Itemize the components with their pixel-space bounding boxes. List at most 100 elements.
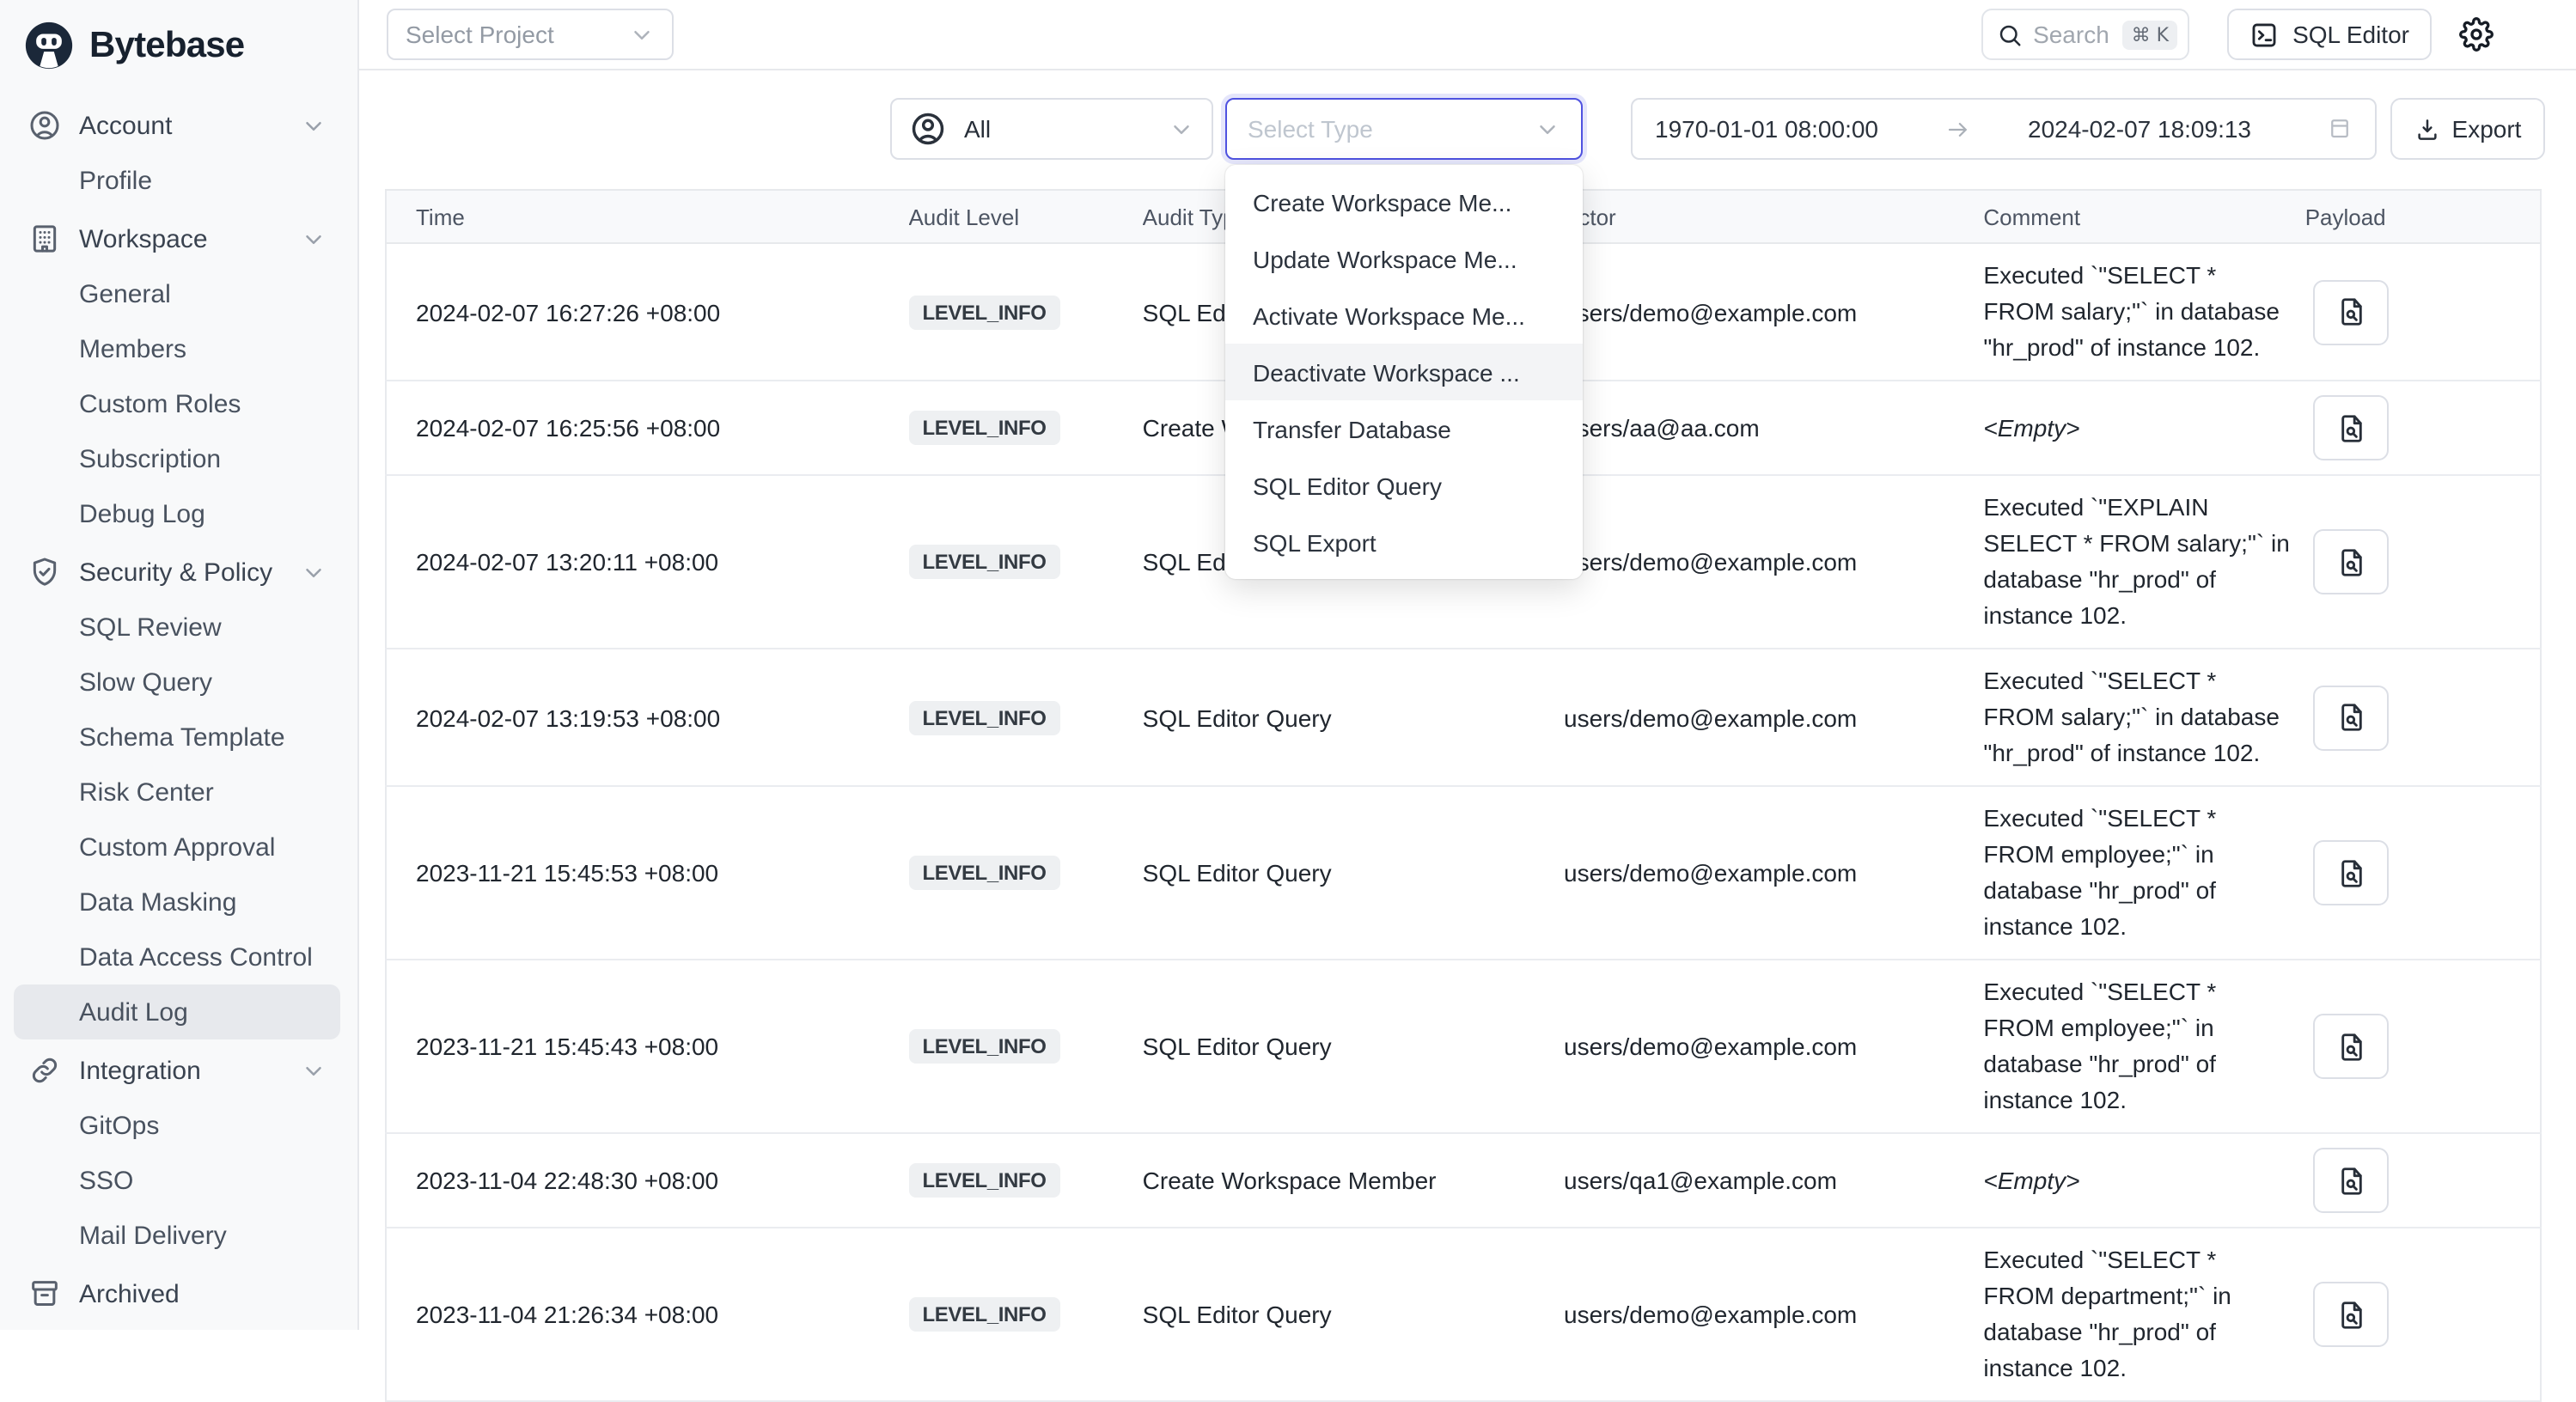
actor-filter-select[interactable]: All [890,98,1213,160]
table-row: 2023-11-04 21:26:34 +08:00LEVEL_INFOSQL … [386,1228,2541,1401]
gear-icon[interactable] [2459,17,2494,52]
sidebar-item-sso[interactable]: SSO [14,1153,340,1208]
type-option-sql-export[interactable]: SQL Export [1225,514,1583,570]
date-to-value[interactable]: 2024-02-07 18:09:13 [2028,115,2251,143]
sidebar-item-custom-approval[interactable]: Custom Approval [14,820,340,875]
brand-name: Bytebase [89,25,244,66]
view-payload-button[interactable] [2314,840,2390,905]
sidebar-item-data-masking[interactable]: Data Masking [14,875,340,930]
chevron-down-icon [301,226,327,252]
sidebar-item-account[interactable]: Account [14,98,340,153]
terminal-icon [2249,20,2279,49]
sidebar-item-label: Data Access Control [14,942,313,972]
cell-audit-level: LEVEL_INFO [908,381,1142,475]
avatar[interactable]: DE [2519,13,2562,56]
audit-level-badge: LEVEL_INFO [908,856,1059,890]
shield-check-icon [27,555,62,589]
view-payload-button[interactable] [2314,1014,2390,1079]
cell-audit-type: SQL Editor Query [1143,960,1564,1133]
sidebar-item-sql-review[interactable]: SQL Review [14,600,340,655]
view-payload-button[interactable] [2314,685,2390,750]
person-circle-icon [909,110,947,148]
sidebar-item-risk-center[interactable]: Risk Center [14,765,340,820]
view-payload-button[interactable] [2314,1282,2390,1347]
file-search-icon [2335,1164,2368,1197]
chevron-down-icon [1535,116,1560,142]
cell-payload [2305,1228,2541,1401]
view-payload-button[interactable] [2314,395,2390,460]
sidebar-item-integration[interactable]: Integration [14,1043,340,1098]
cell-audit-type: SQL Editor Query [1143,1228,1564,1401]
chevron-down-icon [1169,116,1194,142]
sidebar-item-subscription[interactable]: Subscription [14,431,340,486]
type-option-transfer-database[interactable]: Transfer Database [1225,400,1583,457]
sidebar-item-debug-log[interactable]: Debug Log [14,486,340,541]
sidebar-item-general[interactable]: General [14,266,340,321]
sidebar-item-slow-query[interactable]: Slow Query [14,655,340,710]
building-icon [27,222,62,256]
cell-comment: <Empty> [1983,381,2304,475]
date-from-value[interactable]: 1970-01-01 08:00:00 [1655,115,1878,143]
cell-comment: Executed `"SELECT * FROM department;"` i… [1983,1228,2304,1401]
sidebar-item-label: Custom Approval [14,832,275,862]
sidebar-item-gitops[interactable]: GitOps [14,1098,340,1153]
file-search-icon [2335,1030,2368,1063]
project-select[interactable]: Select Project [387,9,674,60]
type-option-sql-editor-query[interactable]: SQL Editor Query [1225,457,1583,514]
type-filter-placeholder: Select Type [1248,115,1373,143]
sidebar-item-schema-template[interactable]: Schema Template [14,710,340,765]
view-payload-button[interactable] [2314,279,2390,344]
cell-actor: users/demo@example.com [1564,475,1983,649]
export-button[interactable]: Export [2390,98,2545,160]
topbar-right: Search ⌘ K SQL Editor DE [1981,9,2562,60]
sidebar-item-mail-delivery[interactable]: Mail Delivery [14,1208,340,1263]
cell-payload [2305,243,2541,381]
cell-payload [2305,649,2541,786]
search-input[interactable]: Search ⌘ K [1981,9,2189,60]
sql-editor-button[interactable]: SQL Editor [2227,9,2432,60]
sidebar-item-label: Audit Log [14,997,188,1027]
sidebar-item-data-access-control[interactable]: Data Access Control [14,930,340,984]
link-icon [27,1053,62,1088]
cell-audit-level: LEVEL_INFO [908,649,1142,786]
calendar-icon [2327,115,2353,143]
sidebar-group: Archived [0,1266,357,1321]
cell-payload [2305,960,2541,1133]
type-option-activate-workspace-me[interactable]: Activate Workspace Me... [1225,287,1583,344]
cell-payload [2305,786,2541,960]
type-option-deactivate-workspace[interactable]: Deactivate Workspace ... [1225,344,1583,400]
date-range-picker[interactable]: 1970-01-01 08:00:00 2024-02-07 18:09:13 [1631,98,2377,160]
filter-bar: All Select Type 1970-01-01 08:00:00 2024… [359,70,2576,160]
view-payload-button[interactable] [2314,1148,2390,1213]
cell-payload [2305,381,2541,475]
cell-audit-type: Create Workspace Member [1143,1133,1564,1228]
column-header-payload: Payload [2305,190,2541,243]
sidebar-item-members[interactable]: Members [14,321,340,376]
sidebar-item-archived[interactable]: Archived [14,1266,340,1321]
file-search-icon [2335,296,2368,328]
cell-actor: users/demo@example.com [1564,960,1983,1133]
sidebar-item-custom-roles[interactable]: Custom Roles [14,376,340,431]
sidebar-item-label: SSO [14,1166,133,1195]
cell-time: 2023-11-04 22:48:30 +08:00 [386,1133,908,1228]
sidebar-item-audit-log[interactable]: Audit Log [14,984,340,1039]
view-payload-button[interactable] [2314,529,2390,594]
sidebar-item-label: GitOps [14,1111,159,1140]
type-option-create-workspace-me[interactable]: Create Workspace Me... [1225,174,1583,230]
cell-actor: users/demo@example.com [1564,243,1983,381]
sidebar-item-label: Subscription [14,444,221,473]
sidebar-group: AccountProfile [0,98,357,208]
sidebar-item-label: Mail Delivery [14,1221,227,1250]
sidebar-item-label: Integration [79,1056,201,1085]
actor-filter-value: All [964,115,1151,143]
search-placeholder: Search [2033,21,2113,48]
sidebar-item-security-policy[interactable]: Security & Policy [14,545,340,600]
sidebar-item-profile[interactable]: Profile [14,153,340,208]
sidebar-item-workspace[interactable]: Workspace [14,211,340,266]
type-option-update-workspace-me[interactable]: Update Workspace Me... [1225,230,1583,287]
chevron-down-icon [301,559,327,585]
type-filter-select[interactable]: Select Type [1225,98,1583,160]
bytebase-logo-icon [22,19,76,72]
brand-logo[interactable]: Bytebase [0,0,357,88]
table-row: 2024-02-07 13:19:53 +08:00LEVEL_INFOSQL … [386,649,2541,786]
